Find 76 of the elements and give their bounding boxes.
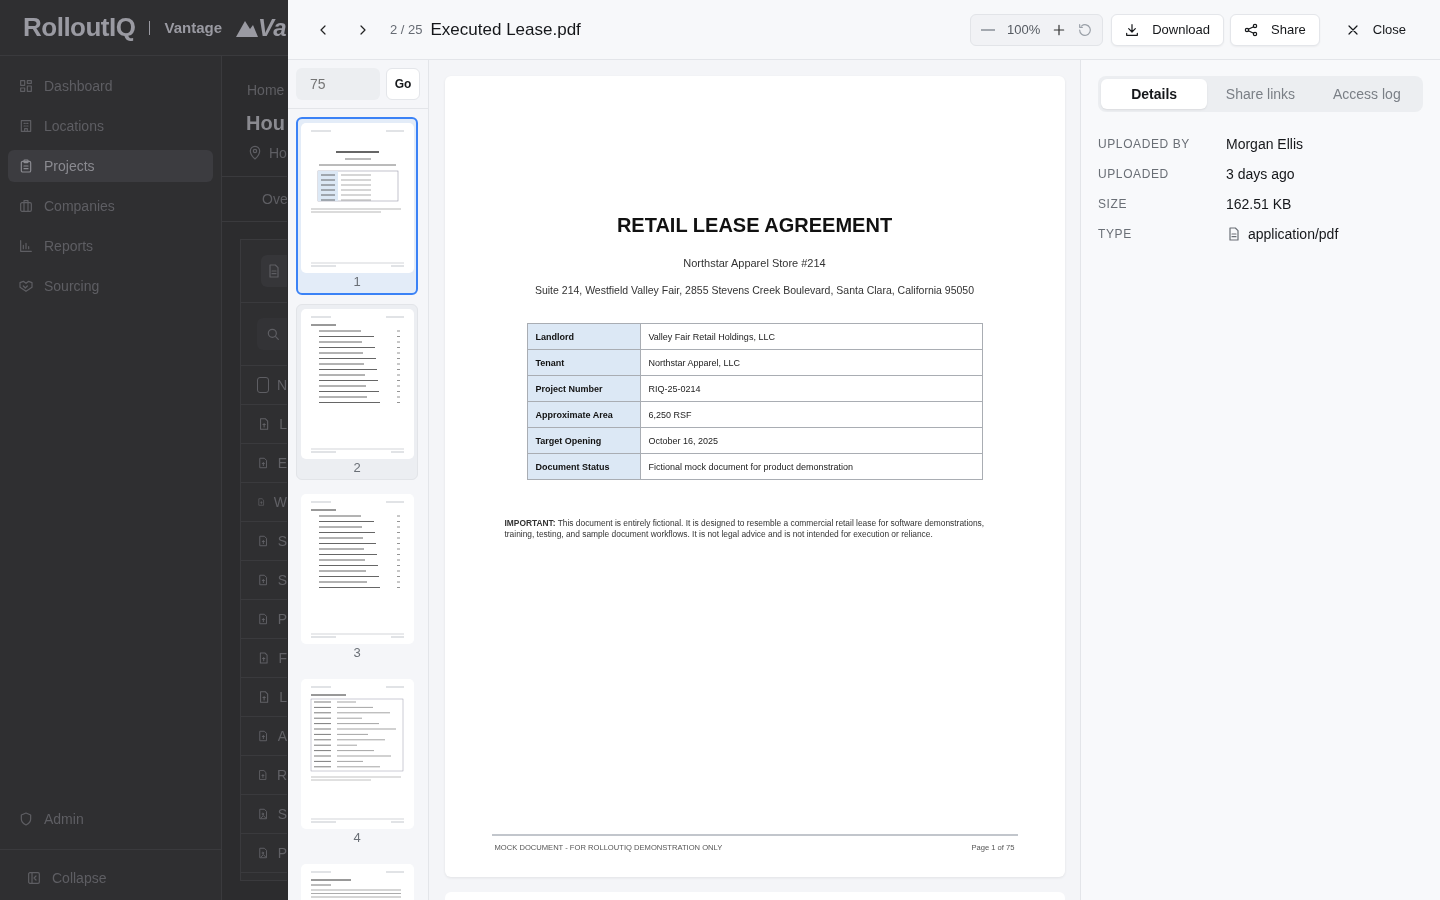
page-number: 3: [353, 644, 361, 662]
document-title: RETAIL LEASE AGREEMENT: [616, 214, 893, 237]
download-button[interactable]: Download: [1111, 13, 1225, 46]
clipboard-icon: [18, 158, 34, 174]
close-button[interactable]: Close: [1331, 13, 1420, 46]
product-name: Vantage: [164, 19, 222, 36]
app-logo: RolloutIQ: [23, 12, 136, 43]
document-icon: [266, 263, 282, 279]
page-thumbnail[interactable]: 3: [296, 489, 418, 665]
partner-logo: Va: [236, 13, 287, 42]
dashboard-icon: [18, 78, 34, 94]
file-icon: [257, 533, 270, 549]
file-icon: [257, 767, 269, 783]
file-icon: [1226, 226, 1242, 242]
table-cell: Northstar Apparel, LLC: [640, 349, 982, 376]
table-label: Landlord: [527, 323, 640, 350]
bar-chart-icon: [18, 238, 34, 254]
collapse-icon: [26, 870, 42, 886]
tab[interactable]: Share links: [1207, 79, 1314, 109]
page-number: 2: [353, 459, 361, 477]
location-pin-icon: [247, 145, 263, 161]
download-icon: [1124, 21, 1141, 38]
share-button[interactable]: Share: [1230, 13, 1320, 46]
detail-value: 162.51 KB: [1226, 196, 1292, 212]
page-thumbnail[interactable]: 4: [296, 674, 418, 850]
table-cell: RIQ-25-0214: [640, 375, 982, 402]
table-label: Tenant: [527, 349, 640, 376]
table-cell: 6,250 RSF: [640, 401, 982, 428]
zoom-level: 100%: [1005, 22, 1042, 37]
page-thumbnail[interactable]: 2: [296, 304, 418, 480]
search-icon: [265, 326, 281, 342]
toolbar-button[interactable]: [261, 255, 287, 287]
detail-label: UPLOADED: [1098, 167, 1170, 181]
page-number: 4: [353, 829, 361, 847]
table-cell: Fictional mock document for product demonstration: [640, 453, 982, 480]
detail-label: TYPE: [1098, 227, 1133, 241]
table-label: Project Number: [527, 375, 640, 402]
notice-paragraph: IMPORTANT: This document is entirely fictional. It is designed to resemble a commercial retail lease for software demonstrations, training, testing, and sample document workflows. It is not legal advice and is not intended for execution or reliance.: [504, 518, 986, 539]
file-icon: [257, 728, 270, 744]
detail-value: Morgan Ellis: [1226, 136, 1304, 152]
image-file-icon: [257, 806, 270, 822]
detail-label: UPLOADED BY: [1098, 137, 1191, 151]
checkbox[interactable]: [257, 377, 269, 393]
detail-label: SIZE: [1098, 197, 1129, 211]
file-icon: [257, 572, 270, 588]
table-label: Document Status: [527, 453, 640, 480]
shield-icon: [18, 811, 34, 827]
file-icon: [257, 455, 270, 471]
handshake-icon: [18, 278, 34, 294]
search-field[interactable]: [257, 318, 287, 350]
document-subtitle: Northstar Apparel Store #214: [683, 257, 826, 269]
page-number-field[interactable]: 75: [296, 68, 380, 100]
document-address: Suite 214, Westfield Valley Fair, 2855 Stevens Creek Boulevard, Santa Clara, California 95050: [534, 284, 975, 296]
page-thumbnail[interactable]: 1: [296, 117, 418, 295]
tab[interactable]: Details: [1101, 79, 1208, 109]
file-icon: [257, 650, 271, 666]
file-counter: 2 / 25: [390, 22, 423, 37]
minus-icon: [980, 28, 995, 31]
sidebar-item[interactable]: Projects: [8, 150, 213, 182]
table-cell: Valley Fair Retail Holdings, LLC: [640, 323, 982, 350]
tab[interactable]: Access log: [1313, 79, 1420, 109]
page-title: Hou: [246, 112, 285, 134]
page-number: 1: [353, 273, 361, 291]
table-label: Target Opening: [527, 427, 640, 454]
file-name: Executed Lease.pdf: [430, 19, 581, 40]
go-button[interactable]: Go: [386, 68, 420, 100]
share-icon: [1243, 21, 1260, 38]
file-icon: [257, 611, 270, 627]
building-icon: [18, 118, 34, 134]
table-cell: October 16, 2025: [640, 427, 982, 454]
briefcase-icon: [18, 198, 34, 214]
table-label: Approximate Area: [527, 401, 640, 428]
image-file-icon: [257, 845, 270, 861]
detail-value: application/pdf: [1248, 226, 1339, 242]
detail-value: 3 days ago: [1226, 166, 1295, 182]
rotate-icon: [1077, 21, 1094, 38]
